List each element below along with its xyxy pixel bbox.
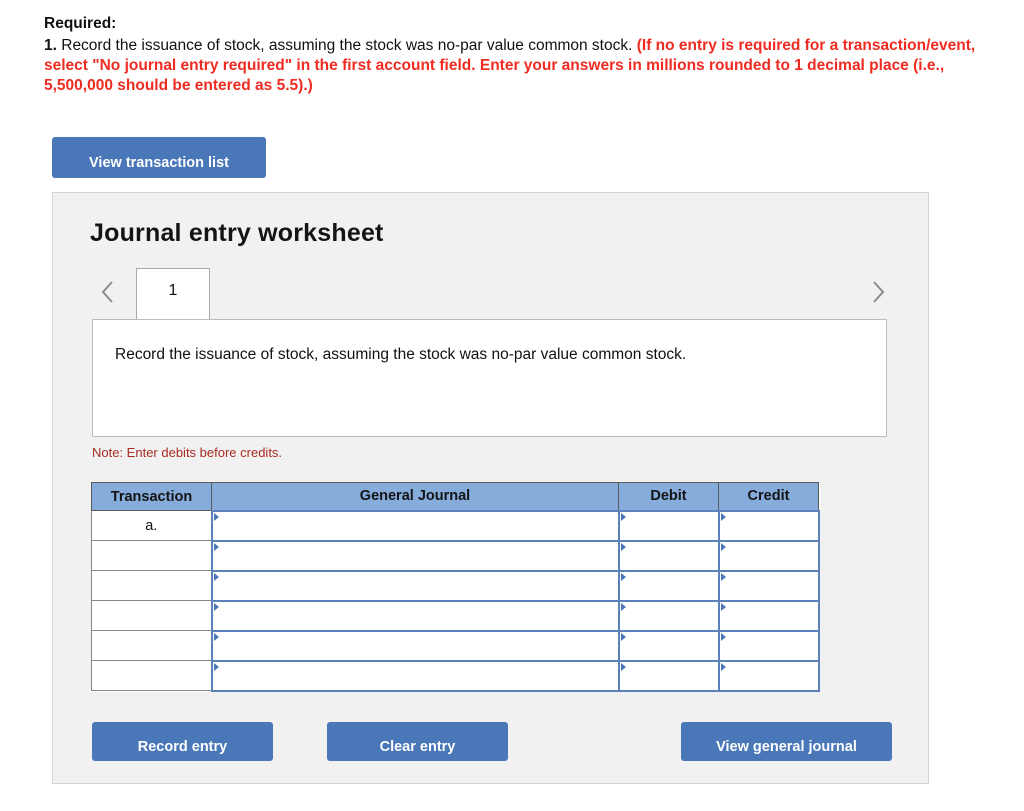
column-header-debit: Debit bbox=[618, 482, 719, 511]
dropdown-arrow-icon bbox=[720, 662, 726, 671]
dropdown-arrow-icon bbox=[620, 572, 626, 581]
required-heading: Required: bbox=[44, 15, 117, 32]
transaction-label-cell bbox=[91, 600, 212, 631]
required-item-text: Record the issuance of stock, assuming t… bbox=[56, 37, 637, 54]
required-item-number: 1. bbox=[44, 37, 57, 54]
required-body: 1. Record the issuance of stock, assumin… bbox=[44, 36, 1006, 96]
debit-input-1[interactable] bbox=[617, 509, 720, 542]
debit-input-4[interactable] bbox=[617, 599, 720, 632]
dropdown-arrow-icon bbox=[620, 542, 626, 551]
dropdown-arrow-icon bbox=[620, 512, 626, 521]
debits-before-credits-note: Note: Enter debits before credits. bbox=[92, 445, 283, 460]
debit-input-2[interactable] bbox=[617, 539, 720, 572]
column-header-transaction: Transaction bbox=[91, 482, 212, 511]
view-transaction-list-button[interactable]: View transaction list bbox=[52, 137, 266, 178]
table-row bbox=[91, 629, 820, 662]
scenario-description: Record the issuance of stock, assuming t… bbox=[92, 319, 887, 437]
general-journal-account-select-6[interactable] bbox=[210, 659, 620, 692]
debit-input-5[interactable] bbox=[617, 629, 720, 662]
journal-entry-table: Transaction General Journal Debit Credit… bbox=[91, 482, 820, 692]
credit-input-6[interactable] bbox=[717, 659, 820, 692]
table-header-row: Transaction General Journal Debit Credit bbox=[91, 482, 819, 511]
dropdown-arrow-icon bbox=[620, 602, 626, 611]
general-journal-account-select-1[interactable] bbox=[210, 509, 620, 542]
debit-input-6[interactable] bbox=[617, 659, 720, 692]
dropdown-arrow-icon bbox=[620, 662, 626, 671]
worksheet-tabstrip: 1 bbox=[53, 263, 930, 320]
credit-input-3[interactable] bbox=[717, 569, 820, 602]
dropdown-arrow-icon bbox=[720, 632, 726, 641]
dropdown-arrow-icon bbox=[213, 572, 219, 581]
general-journal-account-select-5[interactable] bbox=[210, 629, 620, 662]
page-title: Journal entry worksheet bbox=[90, 219, 384, 247]
clear-entry-button[interactable]: Clear entry bbox=[327, 722, 508, 761]
dropdown-arrow-icon bbox=[213, 542, 219, 551]
column-header-credit: Credit bbox=[718, 482, 819, 511]
transaction-label-cell bbox=[91, 540, 212, 571]
transaction-label-cell bbox=[91, 570, 212, 601]
chevron-right-icon[interactable] bbox=[865, 277, 891, 307]
journal-entry-table-body: a. bbox=[91, 509, 820, 692]
table-row bbox=[91, 599, 820, 632]
table-row: a. bbox=[91, 509, 820, 542]
dropdown-arrow-icon bbox=[720, 572, 726, 581]
record-entry-button[interactable]: Record entry bbox=[92, 722, 273, 761]
transaction-label-cell bbox=[91, 660, 212, 691]
required-instructions: Required: 1. Record the issuance of stoc… bbox=[44, 14, 1006, 96]
dropdown-arrow-icon bbox=[213, 602, 219, 611]
transaction-label-cell: a. bbox=[91, 510, 212, 541]
credit-input-5[interactable] bbox=[717, 629, 820, 662]
general-journal-account-select-2[interactable] bbox=[210, 539, 620, 572]
debit-input-3[interactable] bbox=[617, 569, 720, 602]
view-general-journal-button[interactable]: View general journal bbox=[681, 722, 892, 761]
dropdown-arrow-icon bbox=[720, 512, 726, 521]
credit-input-2[interactable] bbox=[717, 539, 820, 572]
dropdown-arrow-icon bbox=[213, 662, 219, 671]
general-journal-account-select-4[interactable] bbox=[210, 599, 620, 632]
worksheet-tab-1[interactable]: 1 bbox=[136, 268, 210, 320]
journal-entry-worksheet-panel: Journal entry worksheet 1 Record the iss… bbox=[52, 192, 929, 784]
transaction-label-cell bbox=[91, 630, 212, 661]
general-journal-account-select-3[interactable] bbox=[210, 569, 620, 602]
column-header-general-journal: General Journal bbox=[211, 482, 619, 511]
dropdown-arrow-icon bbox=[720, 602, 726, 611]
chevron-left-icon[interactable] bbox=[95, 277, 121, 307]
table-row bbox=[91, 659, 820, 692]
table-row bbox=[91, 569, 820, 602]
credit-input-1[interactable] bbox=[717, 509, 820, 542]
dropdown-arrow-icon bbox=[213, 632, 219, 641]
dropdown-arrow-icon bbox=[620, 632, 626, 641]
table-row bbox=[91, 539, 820, 572]
credit-input-4[interactable] bbox=[717, 599, 820, 632]
dropdown-arrow-icon bbox=[213, 512, 219, 521]
dropdown-arrow-icon bbox=[720, 542, 726, 551]
